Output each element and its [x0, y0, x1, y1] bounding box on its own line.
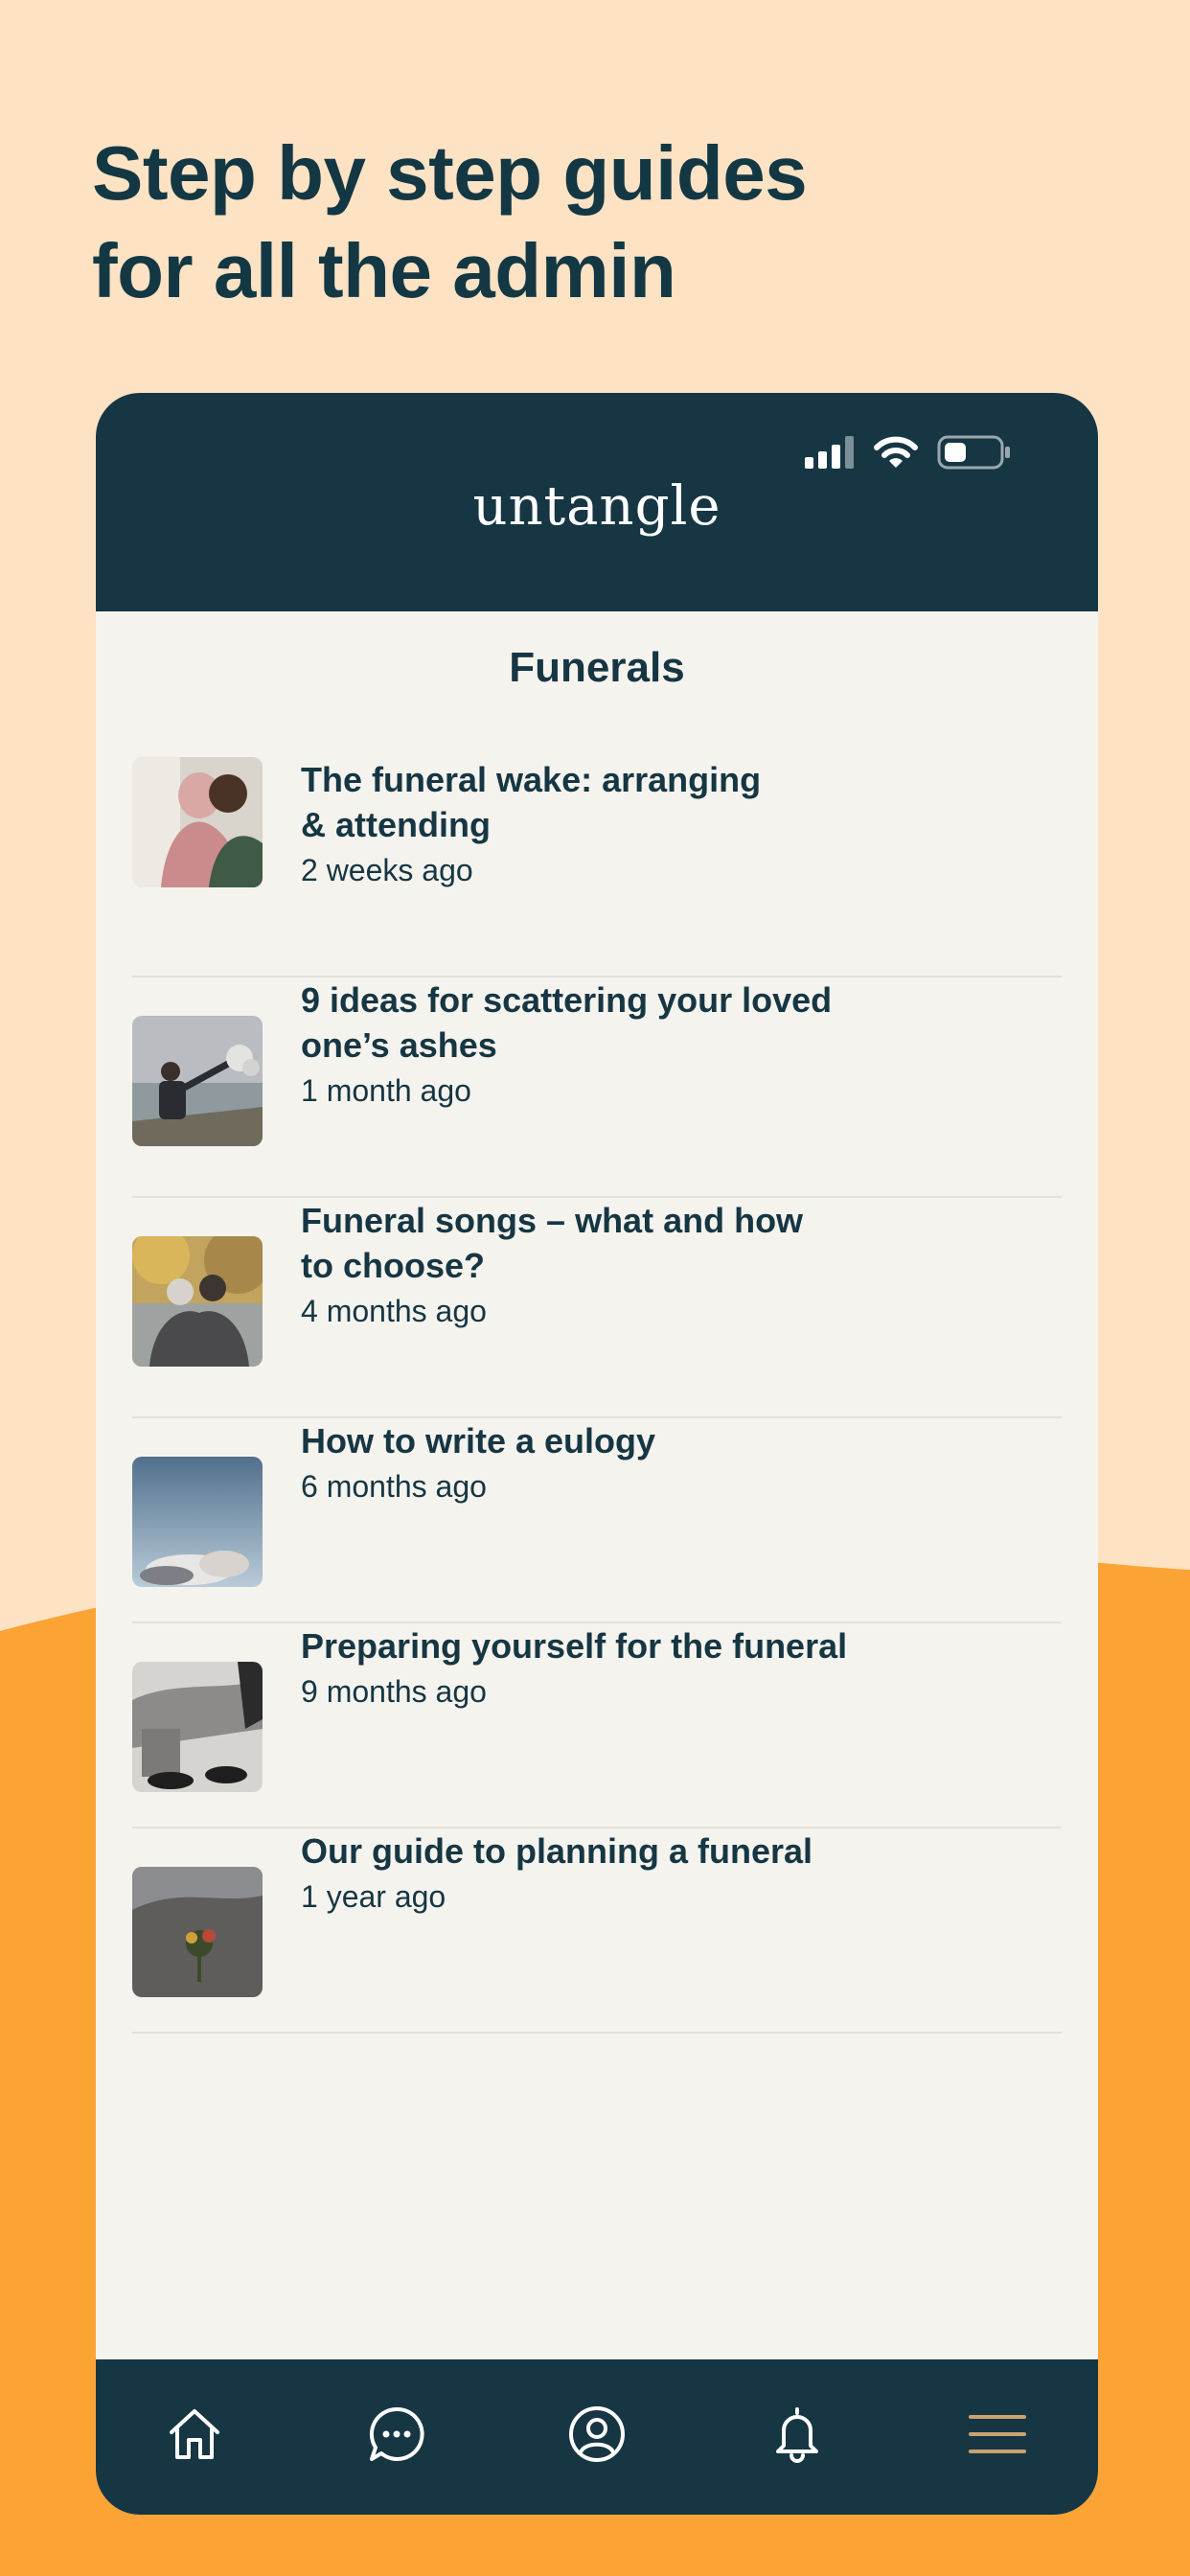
article-title-line: one’s ashes — [301, 1025, 497, 1065]
list-item[interactable]: How to write a eulogy 6 months ago — [132, 1418, 1062, 1623]
article-title-line: to choose? — [301, 1246, 486, 1285]
article-title: 9 ideas for scattering your loved one’s … — [301, 978, 832, 1068]
article-thumbnail — [132, 757, 263, 887]
article-thumbnail — [132, 1236, 263, 1367]
article-date: 9 months ago — [301, 1674, 487, 1709]
article-title-line: & attending — [301, 805, 491, 844]
article-text: Funeral songs – what and how to choose? … — [301, 1198, 803, 1334]
article-date: 1 year ago — [301, 1879, 446, 1914]
article-text: 9 ideas for scattering your loved one’s … — [301, 978, 832, 1114]
app-header: untangle — [96, 393, 1098, 611]
phone-screen: untangle Funerals The funeral wake: arra… — [96, 393, 1098, 2515]
article-thumbnail — [132, 1867, 263, 1997]
headline-line-2: for all the admin — [92, 228, 676, 313]
status-bar — [805, 433, 1012, 472]
article-title-line: The funeral wake: arranging — [301, 760, 762, 799]
page-title: Funerals — [509, 644, 685, 691]
tab-home[interactable] — [149, 2388, 240, 2480]
promo-headline: Step by step guides for all the admin — [92, 125, 808, 320]
article-title: Funeral songs – what and how to choose? — [301, 1198, 803, 1288]
home-icon — [170, 2409, 219, 2459]
list-item[interactable]: Preparing yourself for the funeral 9 mon… — [132, 1623, 1062, 1828]
article-title: How to write a eulogy — [301, 1421, 656, 1460]
article-title: Preparing yourself for the funeral — [301, 1626, 848, 1666]
article-thumbnail — [132, 1457, 263, 1587]
app-logo: untangle — [472, 475, 721, 538]
article-text: The funeral wake: arranging & attending … — [301, 757, 761, 893]
list-item[interactable]: 9 ideas for scattering your loved one’s … — [132, 978, 1062, 1198]
battery-icon — [937, 435, 1010, 470]
article-thumbnail — [132, 1016, 263, 1146]
notification-bell-icon — [776, 2407, 818, 2463]
article-title-line: Funeral songs – what and how — [301, 1201, 804, 1240]
headline-line-1: Step by step guides — [92, 130, 808, 216]
article-text: Preparing yourself for the funeral 9 mon… — [301, 1623, 847, 1714]
article-title: Our guide to planning a funeral — [301, 1831, 813, 1871]
article-list: The funeral wake: arranging & attending … — [132, 757, 1062, 2034]
menu-icon — [969, 2415, 1026, 2453]
article-date: 4 months ago — [301, 1294, 487, 1328]
profile-icon — [569, 2406, 625, 2462]
chat-icon — [369, 2406, 424, 2461]
tab-profile[interactable] — [551, 2388, 643, 2480]
list-item[interactable]: Funeral songs – what and how to choose? … — [132, 1198, 1062, 1418]
article-date: 1 month ago — [301, 1073, 471, 1108]
article-title: The funeral wake: arranging & attending — [301, 757, 761, 847]
wifi-icon — [874, 436, 918, 468]
tab-notifications[interactable] — [751, 2388, 843, 2480]
article-title-line: 9 ideas for scattering your loved — [301, 980, 833, 1020]
signal-icon — [805, 436, 854, 469]
article-thumbnail — [132, 1662, 263, 1792]
article-date: 6 months ago — [301, 1469, 487, 1504]
bottom-tab-bar — [96, 2359, 1098, 2515]
article-text: How to write a eulogy 6 months ago — [301, 1418, 655, 1509]
tab-menu[interactable] — [951, 2388, 1043, 2480]
list-item[interactable]: Our guide to planning a funeral 1 year a… — [132, 1828, 1062, 2034]
article-date: 2 weeks ago — [301, 853, 473, 887]
tab-messages[interactable] — [351, 2388, 443, 2480]
list-item[interactable]: The funeral wake: arranging & attending … — [132, 757, 1062, 978]
article-text: Our guide to planning a funeral 1 year a… — [301, 1828, 812, 1920]
